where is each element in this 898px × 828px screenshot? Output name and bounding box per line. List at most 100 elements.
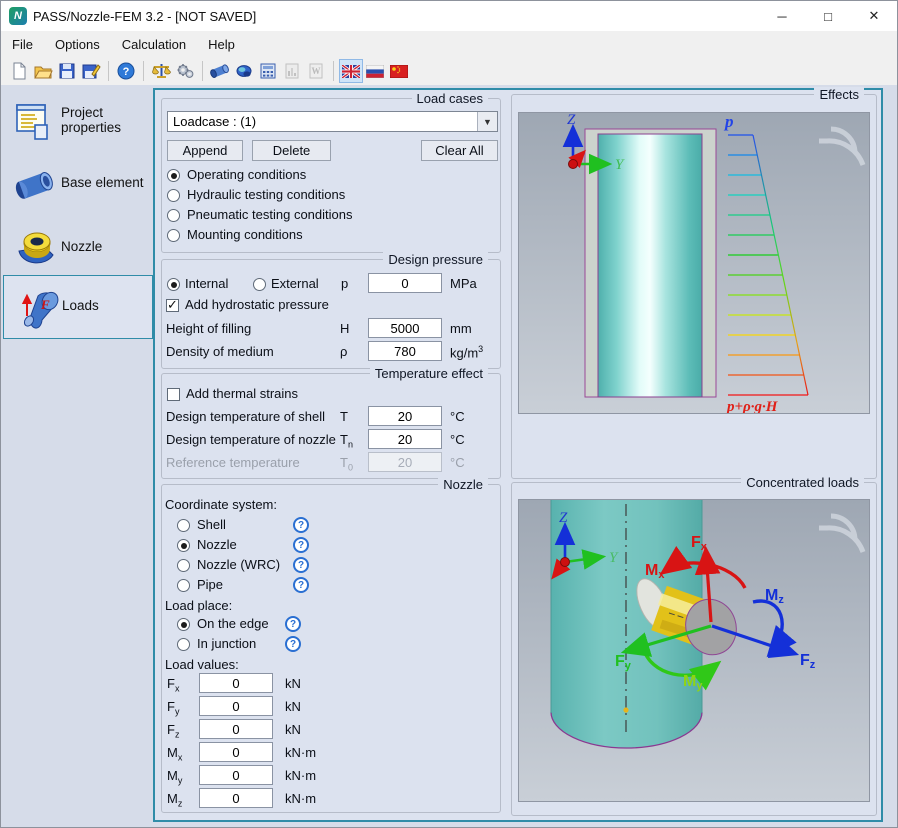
fz-arrow-label: Fz — [800, 652, 816, 671]
sidebar-item-label: Base element — [61, 175, 151, 190]
menu-calculation[interactable]: Calculation — [111, 31, 197, 57]
toolbar-separator — [202, 61, 203, 81]
nozzle-temperature-input[interactable] — [368, 429, 442, 449]
delete-button[interactable]: Delete — [252, 140, 331, 161]
title-bar: N PASS/Nozzle-FEM 3.2 - [NOT SAVED] ─ □ … — [1, 1, 897, 31]
help-icon[interactable]: ? — [285, 636, 301, 652]
coordinate-system-label: Coordinate system: — [165, 497, 277, 512]
radio-mounting-conditions[interactable] — [167, 229, 180, 242]
maximize-button[interactable]: □ — [805, 1, 851, 31]
hydrostatic-checkbox[interactable] — [166, 299, 179, 312]
radio-coord-nozzle[interactable] — [177, 539, 190, 552]
toolbar-separator — [333, 61, 334, 81]
radio-internal[interactable] — [167, 278, 180, 291]
effects-viewport[interactable]: Z Y p p+ρ·g·H — [518, 112, 870, 414]
sidebar-item-base-element[interactable]: Base element — [3, 159, 151, 221]
help-icon[interactable]: ? — [293, 517, 309, 533]
help-icon[interactable]: ? — [293, 557, 309, 573]
help-icon[interactable]: ? — [115, 60, 137, 82]
field-symbol: ρ — [340, 344, 347, 359]
nozzle-icon — [15, 225, 59, 269]
mz-label: Mz — [167, 791, 182, 809]
sidebar-item-label: Nozzle — [61, 239, 102, 254]
group-title: Temperature effect — [370, 366, 488, 381]
help-icon[interactable]: ? — [293, 537, 309, 553]
clear-all-button[interactable]: Clear All — [421, 140, 498, 161]
radio-coord-shell[interactable] — [177, 519, 190, 532]
thermal-strains-checkbox[interactable] — [167, 388, 180, 401]
field-symbol: H — [340, 321, 349, 336]
mx-label: Mx — [167, 745, 182, 763]
menu-options[interactable]: Options — [44, 31, 111, 57]
radio-in-junction[interactable] — [177, 638, 190, 651]
radio-on-the-edge[interactable] — [177, 618, 190, 631]
base-element-icon[interactable] — [209, 60, 231, 82]
radio-operating-conditions[interactable] — [167, 169, 180, 182]
fy-input[interactable] — [199, 696, 273, 716]
radio-external[interactable] — [253, 278, 266, 291]
open-file-icon[interactable] — [32, 60, 54, 82]
unit-label: mm — [450, 321, 472, 336]
radio-hydraulic-testing[interactable] — [167, 189, 180, 202]
sidebar-item-nozzle[interactable]: Nozzle — [3, 221, 151, 283]
project-properties-icon — [15, 103, 53, 143]
density-input[interactable] — [368, 341, 442, 361]
save-icon[interactable] — [56, 60, 78, 82]
units-scales-icon[interactable] — [150, 60, 172, 82]
chevron-down-icon[interactable]: ▼ — [477, 112, 497, 131]
svg-text:F: F — [40, 297, 50, 312]
fx-input[interactable] — [199, 673, 273, 693]
menu-file[interactable]: File — [1, 31, 44, 57]
fx-label: Fx — [167, 676, 179, 694]
sidebar-item-project-properties[interactable]: Project properties — [3, 93, 151, 155]
report-icon[interactable] — [281, 60, 303, 82]
settings-gears-icon[interactable] — [174, 60, 196, 82]
group-title: Nozzle — [438, 477, 488, 492]
close-button[interactable]: ✕ — [851, 1, 897, 31]
checkbox-label: Add hydrostatic pressure — [185, 297, 329, 312]
flag-chinese-icon[interactable] — [388, 60, 410, 82]
field-label: Height of filling — [166, 321, 251, 336]
nozzle-icon[interactable] — [233, 60, 255, 82]
field-symbol: Tn — [340, 432, 353, 450]
fy-label: Fy — [167, 699, 179, 717]
my-input[interactable] — [199, 765, 273, 785]
flag-english-icon[interactable] — [340, 60, 362, 82]
field-label: Design temperature of nozzle — [166, 432, 336, 447]
concentrated-loads-viewport[interactable]: Z Y Fx Mx Mz Fz Fy My — [518, 499, 870, 802]
help-icon[interactable]: ? — [293, 577, 309, 593]
mz-input[interactable] — [199, 788, 273, 808]
pressure-input[interactable] — [368, 273, 442, 293]
unit-label: °C — [450, 409, 465, 424]
unit-label: kN — [285, 676, 301, 691]
checkbox-label: Add thermal strains — [186, 386, 298, 401]
calculator-icon[interactable] — [257, 60, 279, 82]
window-title: PASS/Nozzle-FEM 3.2 - [NOT SAVED] — [33, 9, 256, 24]
group-title: Load cases — [412, 91, 489, 106]
flag-russian-icon[interactable] — [364, 60, 386, 82]
shell-temperature-input[interactable] — [368, 406, 442, 426]
height-of-filling-input[interactable] — [368, 318, 442, 338]
menu-bar: File Options Calculation Help — [1, 31, 897, 57]
radio-coord-nozzle-wrc[interactable] — [177, 559, 190, 572]
minimize-button[interactable]: ─ — [759, 1, 805, 31]
radio-coord-pipe[interactable] — [177, 579, 190, 592]
base-element-icon — [13, 165, 59, 205]
menu-help[interactable]: Help — [197, 31, 246, 57]
fz-input[interactable] — [199, 719, 273, 739]
word-report-icon[interactable]: W — [305, 60, 327, 82]
new-file-icon[interactable] — [8, 60, 30, 82]
sidebar-item-loads[interactable]: F Loads — [3, 275, 153, 339]
unit-label: kN — [285, 699, 301, 714]
append-button[interactable]: Append — [167, 140, 243, 161]
radio-pneumatic-testing[interactable] — [167, 209, 180, 222]
radio-label: Operating conditions — [187, 167, 306, 182]
mz-arrow-label: Mz — [765, 587, 784, 606]
help-icon[interactable]: ? — [285, 616, 301, 632]
unit-label: °C — [450, 432, 465, 447]
save-as-icon[interactable] — [80, 60, 102, 82]
loadcase-dropdown[interactable]: Loadcase : (1) ▼ — [167, 111, 498, 132]
mx-input[interactable] — [199, 742, 273, 762]
svg-text:W: W — [312, 66, 321, 76]
axis-z-label: Z — [567, 113, 576, 128]
